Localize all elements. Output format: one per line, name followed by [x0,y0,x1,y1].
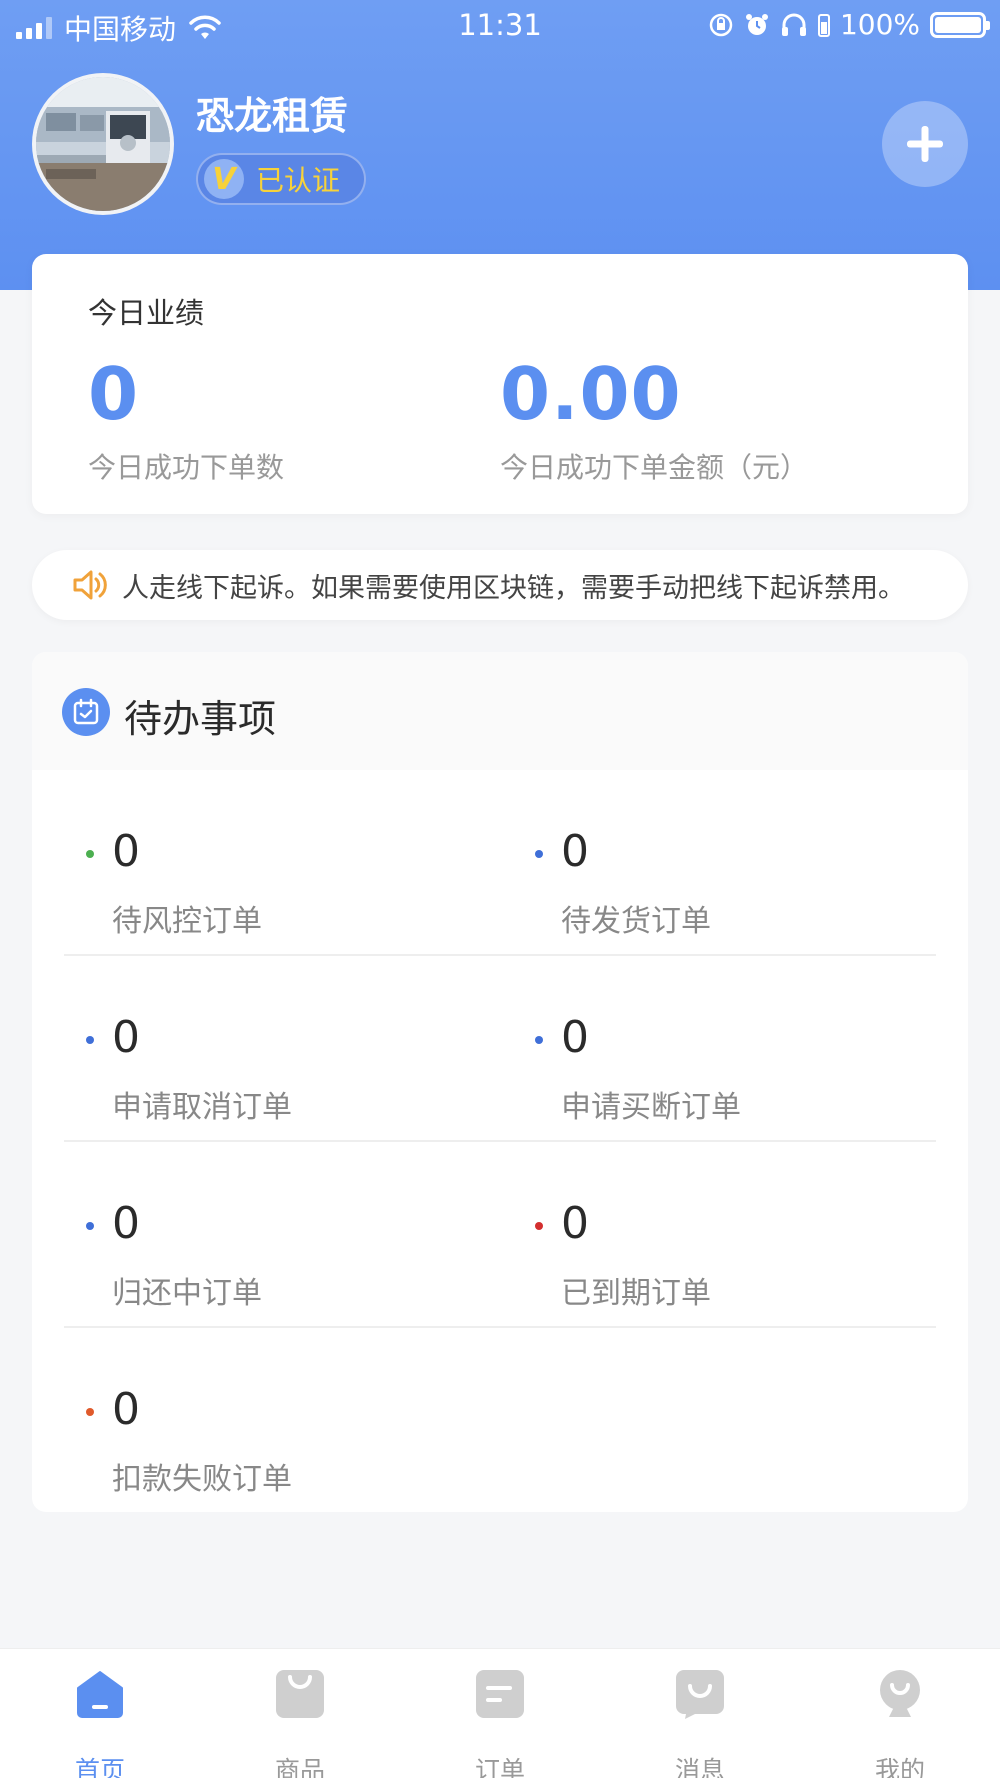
status-bar: 中国移动 11:31 100% [0,0,1000,50]
order-count-value: 0 [88,352,140,436]
divider [64,1140,936,1142]
todo-item-pending-shipment[interactable]: 0 待发货订单 [535,808,955,958]
todo-item-returning[interactable]: 0 归还中订单 [86,1180,506,1330]
tab-label: 我的 [874,1756,925,1778]
order-count-label: 今日成功下单数 [88,451,285,484]
status-dot [86,850,94,858]
todo-label: 待风控订单 [112,904,262,939]
order-amount-label: 今日成功下单金额（元） [500,451,809,484]
todo-item-risk-control[interactable]: 0 待风控订单 [86,808,506,958]
notice-bar[interactable]: 人走线下起诉。如果需要使用区块链，需要手动把线下起诉禁用。 [32,550,968,620]
status-dot [535,1222,543,1230]
speaker-icon [73,570,107,600]
status-dot [86,1222,94,1230]
home-icon [77,1671,123,1718]
tab-products[interactable]: 商品 [200,1649,400,1778]
performance-title: 今日业绩 [88,296,205,330]
calendar-icon [62,688,110,736]
alarm-icon [745,13,768,35]
vip-v-icon: V [204,159,244,199]
rotation-lock-icon [709,13,733,36]
order-icon [476,1670,524,1718]
todo-label: 扣款失败订单 [112,1462,292,1497]
order-amount-value: 0.00 [500,352,682,436]
todo-count: 0 [112,826,140,877]
tab-label: 首页 [74,1756,125,1778]
tab-messages[interactable]: 消息 [600,1649,800,1778]
status-dot [535,1036,543,1044]
bag-icon [276,1670,324,1718]
shop-photo [36,77,170,211]
profile-icon [880,1670,920,1717]
todo-title: 待办事项 [124,697,277,741]
tab-orders[interactable]: 订单 [400,1649,600,1778]
tab-label: 订单 [474,1756,525,1778]
notice-text: 人走线下起诉。如果需要使用区块链，需要手动把线下起诉禁用。 [122,572,905,604]
message-icon [676,1670,724,1719]
tab-home[interactable]: 首页 [0,1649,200,1778]
tab-profile[interactable]: 我的 [800,1649,1000,1778]
todo-item-payment-failed[interactable]: 0 扣款失败订单 [86,1366,506,1512]
status-dot [86,1036,94,1044]
shop-name: 恐龙租赁 [196,94,349,138]
battery-icon [930,11,990,38]
todo-label: 已到期订单 [561,1276,711,1311]
status-dot [86,1408,94,1416]
shop-avatar[interactable] [32,73,174,215]
todo-label: 归还中订单 [112,1276,262,1311]
todo-label: 申请买断订单 [561,1090,741,1125]
todo-count: 0 [112,1384,140,1435]
todo-count: 0 [561,826,589,877]
todo-item-expired[interactable]: 0 已到期订单 [535,1180,955,1330]
plus-icon [907,126,943,162]
battery-percent: 100% [839,8,920,41]
todo-card: 待办事项 0 待风控订单 0 待发货订单 0 申请取消订单 0 申请买断订单 0… [32,652,968,1512]
today-performance-card: 今日业绩 0 今日成功下单数 0.00 今日成功下单金额（元） [32,254,968,514]
todo-header: 待办事项 [32,652,968,770]
bottom-tab-bar: 首页 商品 订单 消息 我的 [0,1648,1000,1778]
tab-label: 商品 [274,1756,325,1778]
todo-item-buyout-request[interactable]: 0 申请买断订单 [535,994,955,1144]
divider [64,954,936,956]
todo-label: 待发货订单 [561,904,711,939]
tab-label: 消息 [674,1756,725,1778]
todo-count: 0 [112,1198,140,1249]
headphones-icon [781,13,806,36]
todo-count: 0 [561,1198,589,1249]
add-button[interactable] [882,101,968,187]
divider [64,1326,936,1328]
todo-count: 0 [112,1012,140,1063]
todo-item-cancel-request[interactable]: 0 申请取消订单 [86,994,506,1144]
charging-icon [817,13,830,37]
todo-count: 0 [561,1012,589,1063]
status-dot [535,850,543,858]
verified-label: 已认证 [256,164,341,197]
todo-label: 申请取消订单 [112,1090,292,1125]
verified-badge: V 已认证 [196,153,367,205]
